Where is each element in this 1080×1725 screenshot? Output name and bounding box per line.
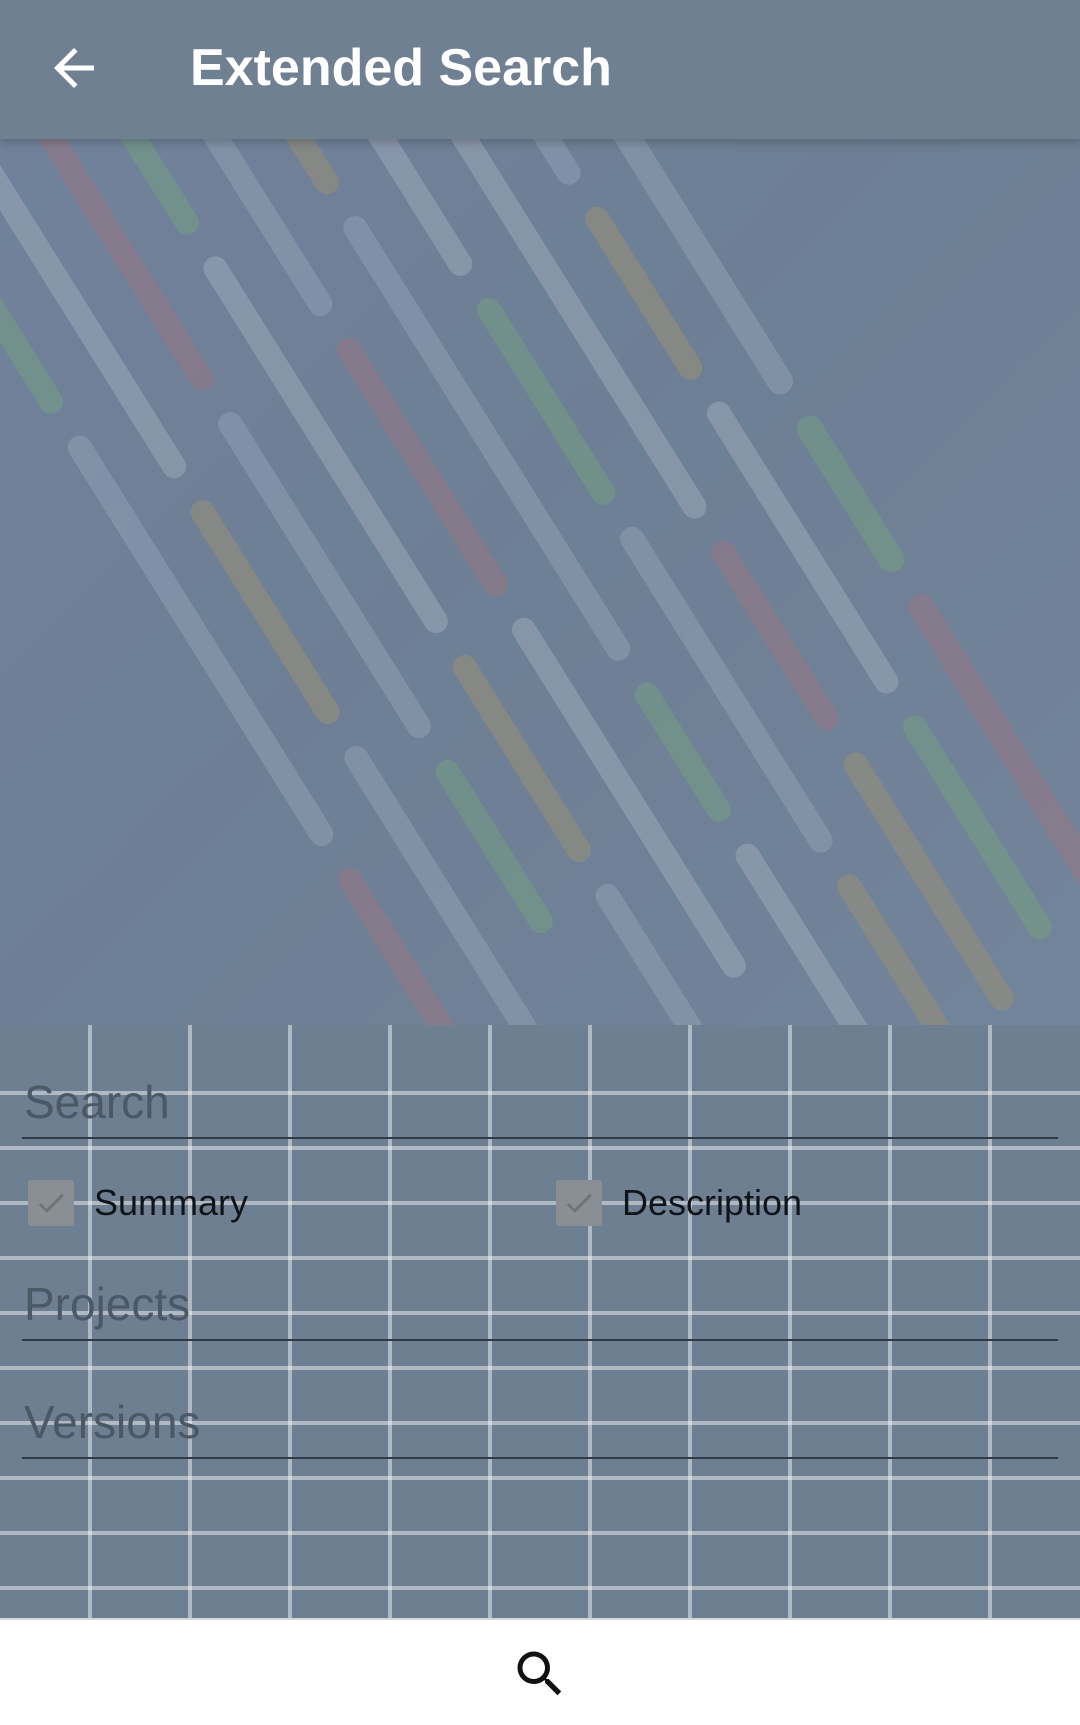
- check-icon: [566, 1193, 592, 1213]
- search-form: Summary Description: [0, 1025, 1080, 1618]
- versions-field: [22, 1387, 1058, 1459]
- search-field: [22, 1067, 1058, 1139]
- summary-checkbox[interactable]: [28, 1180, 74, 1226]
- check-icon: [38, 1193, 64, 1213]
- projects-input[interactable]: [22, 1269, 1058, 1339]
- arrow-left-icon: [54, 48, 94, 88]
- hero-overlay: [0, 139, 1080, 1025]
- summary-checkbox-row[interactable]: Summary: [28, 1175, 248, 1231]
- versions-input[interactable]: [22, 1387, 1058, 1457]
- bottom-bar: [0, 1618, 1080, 1725]
- search-button[interactable]: [510, 1644, 570, 1704]
- summary-label: Summary: [94, 1182, 249, 1223]
- description-checkbox-row[interactable]: Description: [556, 1175, 802, 1231]
- hero-code-image: [0, 139, 1080, 1025]
- back-button[interactable]: [44, 38, 104, 98]
- description-checkbox[interactable]: [556, 1180, 602, 1226]
- projects-field: [22, 1269, 1058, 1341]
- description-label: Description: [622, 1182, 803, 1223]
- page-title: Extended Search: [190, 39, 612, 97]
- search-icon: [517, 1651, 562, 1696]
- search-input[interactable]: [22, 1067, 1058, 1137]
- app-bar: Extended Search: [0, 0, 1080, 139]
